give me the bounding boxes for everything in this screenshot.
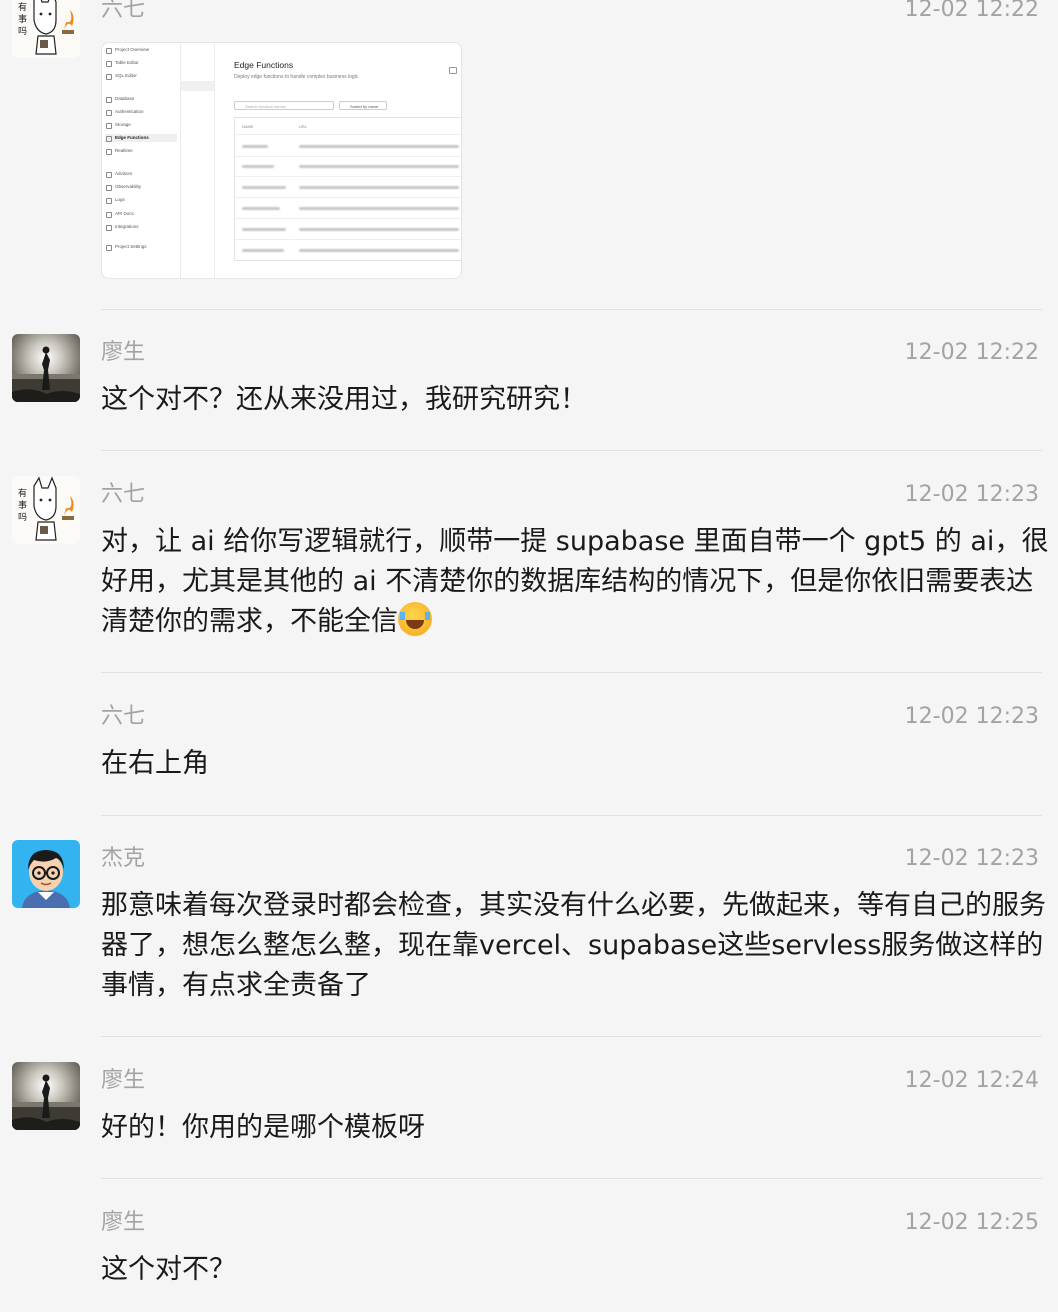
avatar[interactable] [12, 1062, 80, 1130]
message-divider [101, 450, 1042, 451]
screenshot-title: Edge Functions [234, 60, 294, 70]
screenshot-nav-item: Database [105, 95, 177, 103]
screenshot-search: Search function names [234, 101, 334, 110]
message-time: 12-02 12:23 [904, 704, 1039, 729]
screenshot-sidebar: Project Overview Table Editor SQL Editor… [102, 43, 181, 278]
screenshot-subtitle: Deploy edge functions to handle complex … [234, 74, 359, 80]
sender-name: 廖生 [101, 1068, 146, 1093]
chat-message: 廖生 12-02 12:24 好的！你用的是哪个模板呀 [0, 1062, 1058, 1172]
avatar[interactable]: 有 事 吗 [12, 0, 80, 58]
screenshot-column-header: NAME [242, 124, 254, 129]
screenshot-nav-item: Storage [105, 121, 177, 129]
svg-text:有: 有 [18, 1, 27, 13]
screenshot-column-header: URL [299, 124, 308, 129]
message-text: 这个对不？ [101, 1254, 236, 1285]
screenshot-nav-item: API Docs [105, 210, 177, 218]
message-time: 12-02 12:22 [904, 340, 1039, 365]
sender-name: 六七 [101, 482, 146, 507]
face-with-tears-of-joy-icon [398, 602, 432, 636]
avatar[interactable] [12, 334, 80, 402]
sender-name: 廖生 [101, 340, 146, 365]
message-text: 这个对不？还从来没用过，我研究研究！ [101, 384, 587, 415]
sender-name: 六七 [101, 0, 146, 22]
chat-message: 廖生 12-02 12:25 这个对不？ [0, 1204, 1058, 1312]
chat-message: 杰克 12-02 12:23 那意味着每次登录时都会检查，其实没有什么必要，先做… [0, 840, 1058, 1030]
message-text: 好的！你用的是哪个模板呀 [101, 1112, 425, 1143]
svg-text:吗: 吗 [18, 512, 27, 523]
message-time: 12-02 12:24 [904, 1068, 1039, 1093]
screenshot-subsidebar [180, 43, 215, 278]
svg-text:事: 事 [18, 13, 27, 25]
cartoon-fox-avatar-icon: 有 事 吗 [12, 476, 80, 544]
screenshot-table: NAME URL [234, 117, 461, 261]
sender-name: 杰克 [101, 846, 146, 871]
cartoon-fox-avatar-icon: 有 事 吗 [12, 0, 80, 58]
chat-icon [449, 67, 457, 74]
screenshot-image[interactable]: Project Overview Table Editor SQL Editor… [101, 42, 462, 279]
svg-text:有: 有 [18, 487, 27, 499]
message-time: 12-02 12:23 [904, 482, 1039, 507]
message-divider [101, 815, 1042, 816]
screenshot-nav-item-active: Edge Functions [105, 134, 177, 142]
sender-name: 六七 [101, 704, 146, 729]
silhouette-photo-avatar-icon [12, 334, 80, 402]
message-time: 12-02 12:23 [904, 846, 1039, 871]
message-text: 对，让 ai 给你写逻辑就行，顺带一提 supabase 里面自带一个 gpt5… [101, 522, 1049, 642]
message-time: 12-02 12:22 [904, 0, 1039, 22]
avatar[interactable]: 有 事 吗 [12, 476, 80, 544]
message-divider [101, 1036, 1042, 1037]
message-divider [101, 1178, 1042, 1179]
screenshot-nav-item: Logs [105, 196, 177, 204]
screenshot-nav-item: Integrations [105, 223, 177, 231]
svg-text:事: 事 [18, 499, 27, 511]
message-text: 那意味着每次登录时都会检查，其实没有什么必要，先做起来，等有自己的服务器了，想怎… [101, 890, 1046, 1001]
chat-message: 廖生 12-02 12:22 这个对不？还从来没用过，我研究研究！ [0, 334, 1058, 444]
svg-text:吗: 吗 [18, 26, 27, 37]
screenshot-nav-item: SQL Editor [105, 72, 177, 80]
avatar[interactable] [12, 840, 80, 908]
message-divider [101, 309, 1042, 310]
chat-message: 六七 12-02 12:23 在右上角 [0, 698, 1058, 808]
chat-message: 有 事 吗 六七 12-02 12:23 对，让 ai 给你写逻辑就行，顺带一提… [0, 476, 1058, 666]
message-text: 在右上角 [101, 748, 209, 779]
screenshot-sort-button: Sorted by name [339, 101, 387, 110]
cartoon-man-glasses-avatar-icon [12, 840, 80, 908]
chat-message: 有 事 吗 六七 12-02 12:22 Project Overview Ta… [0, 0, 1058, 300]
message-text-content: 对，让 ai 给你写逻辑就行，顺带一提 supabase 里面自带一个 gpt5… [101, 526, 1049, 637]
screenshot-nav-item: Advisors [105, 170, 177, 178]
screenshot-nav-item: Realtime [105, 147, 177, 155]
screenshot-nav-item: Observability [105, 183, 177, 191]
screenshot-nav-item: Table Editor [105, 59, 177, 67]
message-time: 12-02 12:25 [904, 1210, 1039, 1235]
message-divider [101, 672, 1042, 673]
silhouette-photo-avatar-icon [12, 1062, 80, 1130]
screenshot-nav-item: Project Settings [105, 243, 177, 251]
sender-name: 廖生 [101, 1210, 146, 1235]
screenshot-nav-item: Authentication [105, 108, 177, 116]
screenshot-nav-item: Project Overview [105, 46, 177, 54]
